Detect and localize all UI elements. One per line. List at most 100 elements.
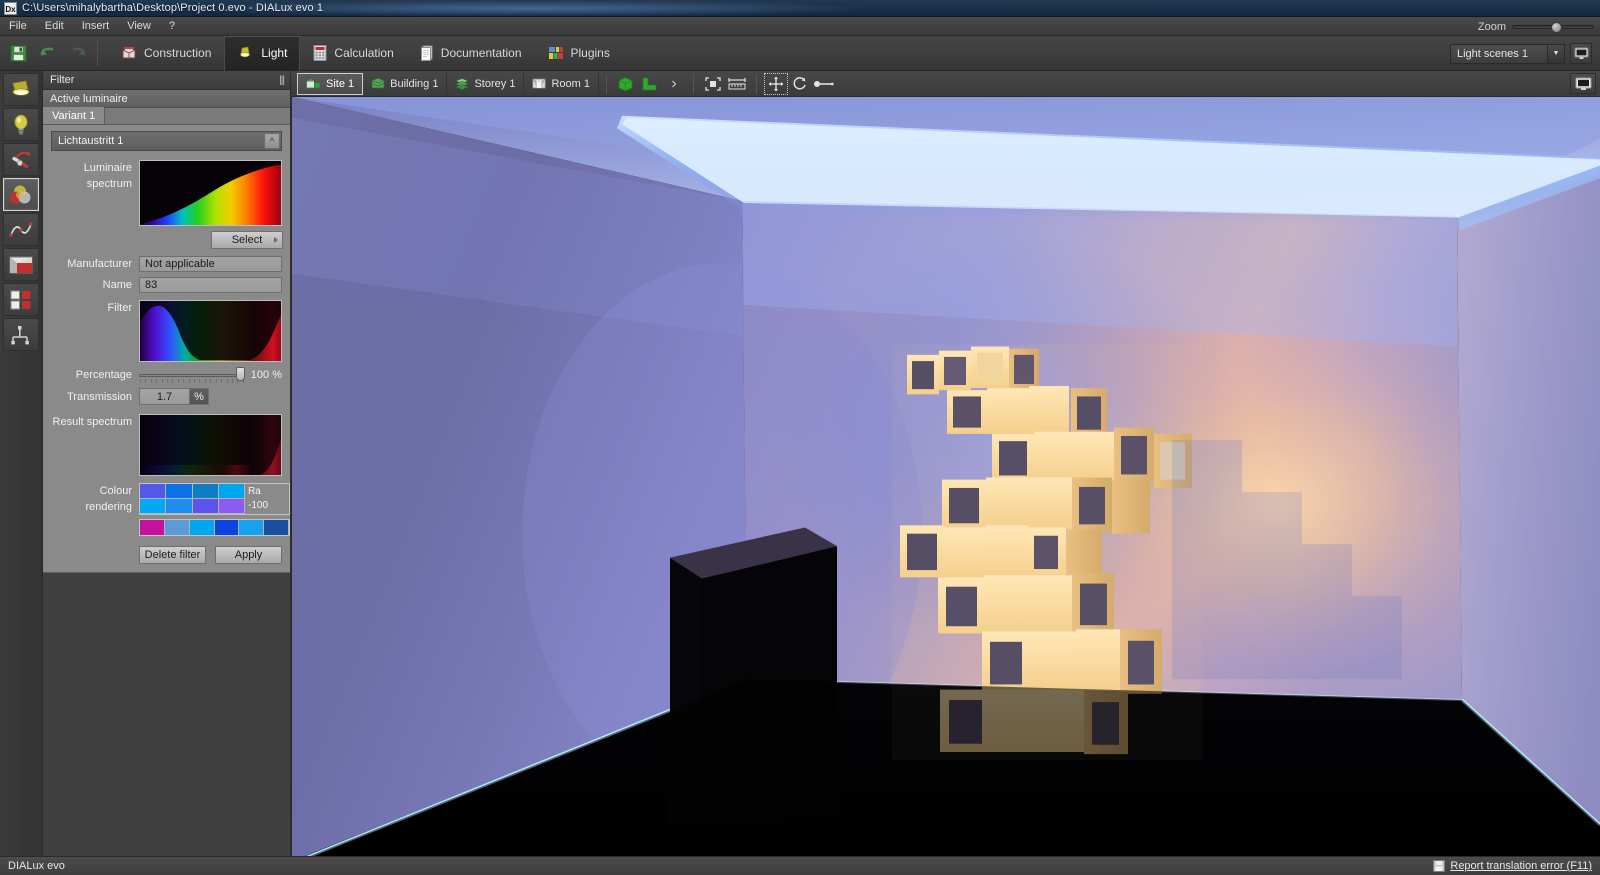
plugins-icon bbox=[548, 45, 564, 61]
light-tools-rail bbox=[0, 71, 43, 856]
menu-view[interactable]: View bbox=[118, 18, 160, 34]
ribbon-bar: Construction Light Calculation Documenta… bbox=[0, 35, 1600, 71]
light-curve-tool[interactable] bbox=[3, 213, 39, 246]
luminaire-spectrum-preview bbox=[139, 160, 282, 226]
measure-icon[interactable] bbox=[725, 73, 749, 95]
chevron-up-icon[interactable]: ^ bbox=[264, 133, 280, 149]
transmission-input[interactable]: 1.7 bbox=[139, 388, 189, 405]
breadcrumb-room-label: Room 1 bbox=[551, 77, 590, 90]
surface-light-tool[interactable] bbox=[3, 248, 39, 281]
site-icon bbox=[306, 77, 321, 90]
dialux-evo-window: Dx C:\Users\mihalybartha\Desktop\Project… bbox=[0, 0, 1600, 875]
move-icon[interactable] bbox=[763, 72, 788, 95]
3d-render-viewport[interactable] bbox=[291, 97, 1600, 856]
shape-tools-group bbox=[614, 73, 686, 95]
breadcrumb-room[interactable]: Room 1 bbox=[524, 72, 599, 95]
undo-icon[interactable] bbox=[39, 46, 57, 61]
spotlight-tool[interactable] bbox=[3, 73, 39, 106]
colour-rendering-label: Colour rendering bbox=[85, 485, 132, 513]
result-spectrum-preview bbox=[139, 414, 282, 476]
menu-help[interactable]: ? bbox=[160, 18, 184, 34]
cri-swatch bbox=[214, 520, 240, 535]
tab-documentation[interactable]: Documentation bbox=[407, 36, 535, 71]
tab-calculation[interactable]: Calculation bbox=[300, 36, 406, 71]
tab-construction-label: Construction bbox=[144, 46, 212, 60]
ribbon-right-group: Light scenes 1 ▼ bbox=[1450, 36, 1592, 71]
manufacturer-field[interactable]: Not applicable bbox=[139, 256, 282, 272]
cri-grid: Ra -100 bbox=[139, 483, 290, 515]
breadcrumb-storey-label: Storey 1 bbox=[474, 77, 516, 90]
save-icon[interactable] bbox=[10, 45, 27, 62]
luminaire-spectrum-label: Luminaire spectrum bbox=[83, 162, 132, 190]
tab-light[interactable]: Light bbox=[224, 35, 301, 71]
tab-construction[interactable]: Construction bbox=[108, 36, 224, 71]
status-report-error[interactable]: Report translation error (F11) bbox=[1433, 860, 1592, 872]
more-chevron-icon[interactable] bbox=[662, 73, 686, 95]
scale-icon[interactable] bbox=[812, 73, 836, 95]
filter-panel-header: Filter ||| bbox=[43, 71, 290, 90]
percentage-slider-knob[interactable] bbox=[235, 367, 245, 381]
panel-grip-icon[interactable]: ||| bbox=[279, 75, 285, 86]
view-toolbar: Site 1 Building 1 Storey 1 Room 1 bbox=[291, 71, 1600, 97]
view-tools-group bbox=[701, 73, 749, 95]
cube-icon[interactable] bbox=[614, 73, 638, 95]
menu-edit[interactable]: Edit bbox=[36, 18, 73, 34]
breadcrumb-storey[interactable]: Storey 1 bbox=[447, 72, 525, 95]
cri-swatch bbox=[164, 520, 190, 535]
percentage-value: 100 % bbox=[250, 369, 282, 381]
tab-plugins[interactable]: Plugins bbox=[535, 36, 623, 71]
zoom-slider[interactable] bbox=[1512, 21, 1594, 33]
colour-rendering-block: Ra -100 bbox=[139, 483, 290, 536]
cri-swatch bbox=[239, 520, 265, 535]
manufacturer-label: Manufacturer bbox=[67, 258, 132, 270]
title-bar: Dx C:\Users\mihalybartha\Desktop\Project… bbox=[0, 0, 1600, 17]
lamp-tool[interactable] bbox=[3, 108, 39, 141]
menu-insert[interactable]: Insert bbox=[73, 18, 119, 34]
rotate-icon[interactable] bbox=[788, 73, 812, 95]
name-field[interactable]: 83 bbox=[139, 277, 282, 293]
light-group-tool[interactable] bbox=[3, 318, 39, 351]
light-bulb-icon bbox=[237, 45, 254, 62]
chevron-down-icon[interactable]: ▼ bbox=[1547, 44, 1564, 63]
luminaire-select-value: Lichtaustritt 1 bbox=[58, 135, 124, 147]
zoom-slider-knob[interactable] bbox=[1550, 21, 1562, 33]
light-scenes-combo[interactable]: Light scenes 1 ▼ bbox=[1450, 43, 1565, 64]
tab-documentation-label: Documentation bbox=[440, 46, 522, 60]
cri-swatch bbox=[218, 484, 245, 499]
light-arrangement-tool[interactable] bbox=[3, 143, 39, 176]
percentage-slider-ticks bbox=[139, 379, 245, 383]
menu-bar: File Edit Insert View ? Zoom bbox=[0, 17, 1600, 36]
breadcrumb-site[interactable]: Site 1 bbox=[297, 72, 364, 95]
percentage-row: Percentage 100 % bbox=[51, 367, 282, 383]
filter-action-buttons: Delete filter Apply bbox=[139, 546, 282, 564]
menu-file[interactable]: File bbox=[0, 18, 36, 34]
transmission-input-group: 1.7 % bbox=[139, 388, 282, 405]
ra-block: Ra -100 bbox=[245, 484, 289, 514]
luminaire-select[interactable]: Lichtaustritt 1 ^ bbox=[51, 131, 282, 151]
monitor-icon[interactable] bbox=[1570, 43, 1592, 64]
delete-filter-button[interactable]: Delete filter bbox=[139, 546, 206, 564]
document-icon bbox=[420, 45, 434, 61]
status-report-error-label[interactable]: Report translation error (F11) bbox=[1450, 860, 1592, 872]
main-body: Filter ||| Active luminaire Variant 1 Li… bbox=[0, 71, 1600, 856]
apply-button[interactable]: Apply bbox=[215, 546, 282, 564]
quick-access-toolbar bbox=[0, 36, 87, 70]
light-scene-grid-tool[interactable] bbox=[3, 283, 39, 316]
fullscreen-view-icon[interactable] bbox=[1570, 73, 1596, 94]
tab-variant-1[interactable]: Variant 1 bbox=[43, 107, 106, 124]
light-scenes-value: Light scenes 1 bbox=[1457, 47, 1528, 60]
lshape-icon[interactable] bbox=[638, 73, 662, 95]
breadcrumb-building[interactable]: Building 1 bbox=[363, 72, 448, 95]
percentage-slider-track[interactable] bbox=[139, 374, 245, 377]
name-label: Name bbox=[102, 279, 132, 291]
colour-filter-tool[interactable] bbox=[3, 178, 39, 211]
cri-swatch bbox=[140, 499, 167, 514]
select-button[interactable]: Select bbox=[211, 231, 283, 249]
filter-panel-body: Lichtaustritt 1 ^ Luminaire spectrum Sel… bbox=[43, 125, 290, 573]
zoom-label: Zoom bbox=[1477, 20, 1506, 33]
percentage-slider[interactable] bbox=[139, 367, 245, 383]
fit-view-icon[interactable] bbox=[701, 73, 725, 95]
luminaire-spectrum-row: Luminaire spectrum bbox=[51, 160, 282, 226]
result-spectrum-row: Result spectrum bbox=[51, 414, 282, 476]
tab-plugins-label: Plugins bbox=[570, 46, 610, 60]
